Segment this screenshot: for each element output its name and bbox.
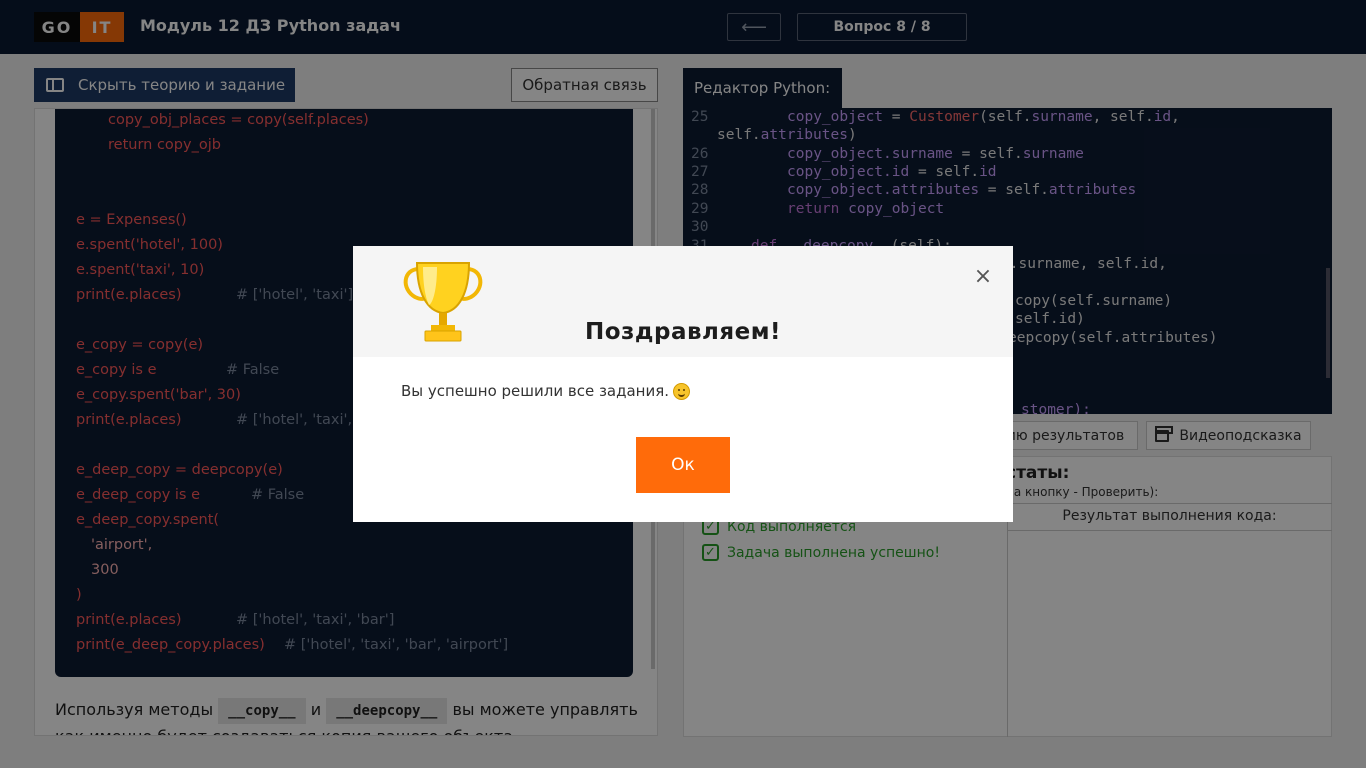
smiley-icon [673,382,691,400]
ok-button[interactable]: Ок [636,437,730,493]
modal-title: Поздравляем! [584,319,782,345]
success-modal: × Поздравляем! Вы успешно решили все зад… [353,246,1013,522]
modal-message: Вы успешно решили все задания. [401,382,691,400]
modal-message-text: Вы успешно решили все задания. [401,382,670,400]
close-icon[interactable]: × [971,264,995,289]
